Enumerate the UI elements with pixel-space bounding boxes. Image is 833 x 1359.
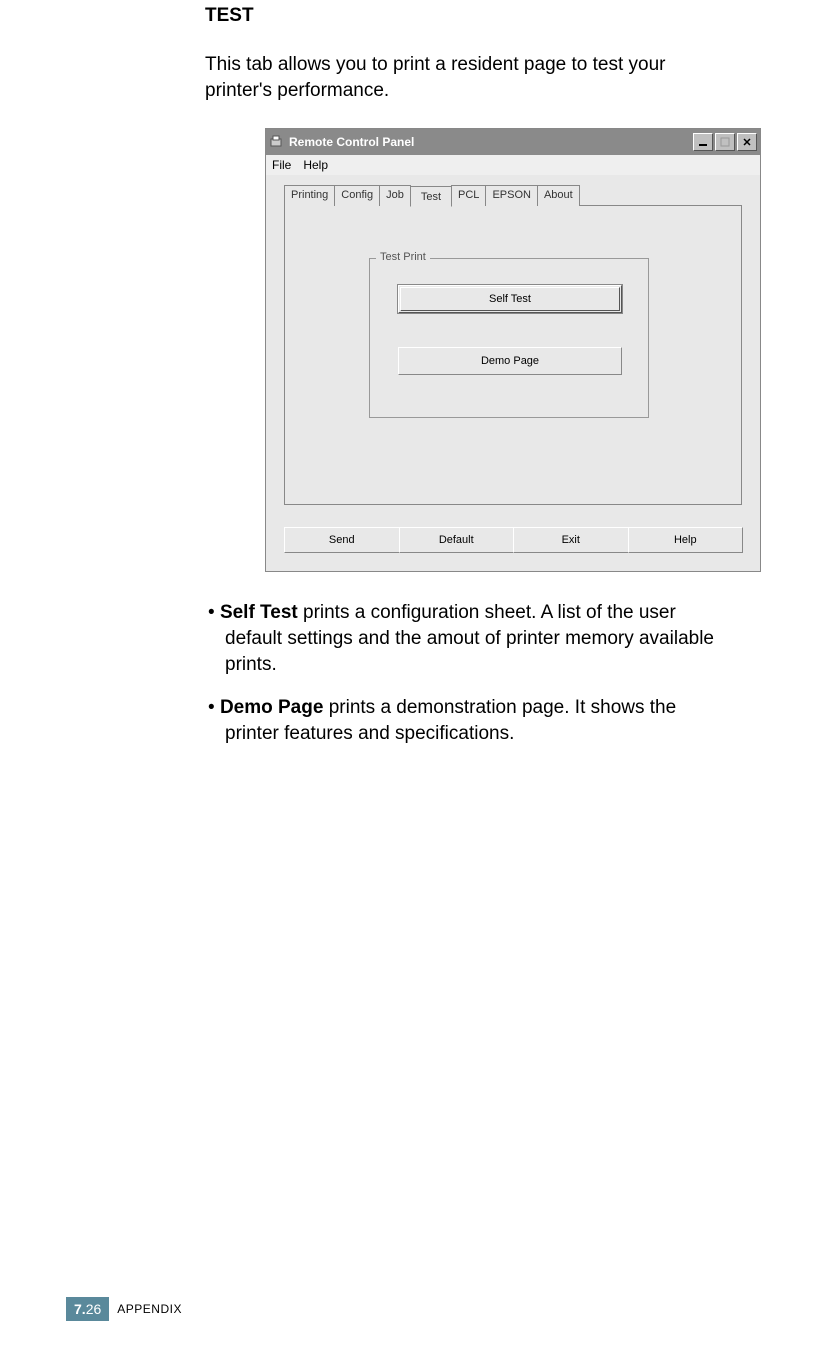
fieldset-legend: Test Print [376, 251, 430, 263]
help-button[interactable]: Help [628, 527, 744, 553]
bullet-bold: Self Test [220, 602, 298, 623]
test-print-fieldset: Test Print Self Test Demo Page [369, 258, 649, 418]
exit-button[interactable]: Exit [513, 527, 629, 553]
self-test-button[interactable]: Self Test [398, 285, 622, 313]
chapter-number: 7. [74, 1301, 86, 1317]
tab-strip: Printing Config Job Test PCL EPSON About [284, 185, 742, 206]
tab-about[interactable]: About [537, 185, 580, 206]
intro-paragraph: This tab allows you to print a resident … [205, 52, 728, 103]
window-title: Remote Control Panel [289, 135, 414, 149]
tab-epson[interactable]: EPSON [485, 185, 538, 206]
bullet-text: prints a configuration sheet. A list of … [225, 602, 714, 674]
page-number: 26 [86, 1301, 102, 1317]
bottom-button-row: Send Default Exit Help [284, 527, 742, 553]
footer-label: APPENDIX [117, 1302, 182, 1316]
bullet-self-test: Self Test prints a configuration sheet. … [205, 600, 728, 677]
section-heading: TEST [205, 5, 728, 27]
tab-panel: Test Print Self Test Demo Page [284, 205, 742, 505]
tab-test[interactable]: Test [410, 186, 452, 207]
tab-config[interactable]: Config [334, 185, 380, 206]
app-icon [269, 134, 285, 150]
minimize-button[interactable] [693, 133, 713, 151]
tab-printing[interactable]: Printing [284, 185, 335, 206]
titlebar: Remote Control Panel [266, 129, 760, 155]
bullet-bold: Demo Page [220, 697, 323, 718]
menu-help[interactable]: Help [303, 158, 328, 172]
tab-pcl[interactable]: PCL [451, 185, 486, 206]
close-button[interactable] [737, 133, 757, 151]
page-footer: 7.26 APPENDIX [66, 1297, 182, 1321]
page-number-badge: 7.26 [66, 1297, 109, 1321]
default-button[interactable]: Default [399, 527, 515, 553]
maximize-button[interactable] [715, 133, 735, 151]
bullet-demo-page: Demo Page prints a demonstration page. I… [205, 695, 728, 746]
bullet-list: Self Test prints a configuration sheet. … [205, 600, 728, 746]
app-window: Remote Control Panel File Help Printing … [265, 128, 761, 572]
send-button[interactable]: Send [284, 527, 400, 553]
demo-page-button[interactable]: Demo Page [398, 347, 622, 375]
menu-file[interactable]: File [272, 158, 291, 172]
menu-bar: File Help [266, 155, 760, 175]
tab-job[interactable]: Job [379, 185, 411, 206]
